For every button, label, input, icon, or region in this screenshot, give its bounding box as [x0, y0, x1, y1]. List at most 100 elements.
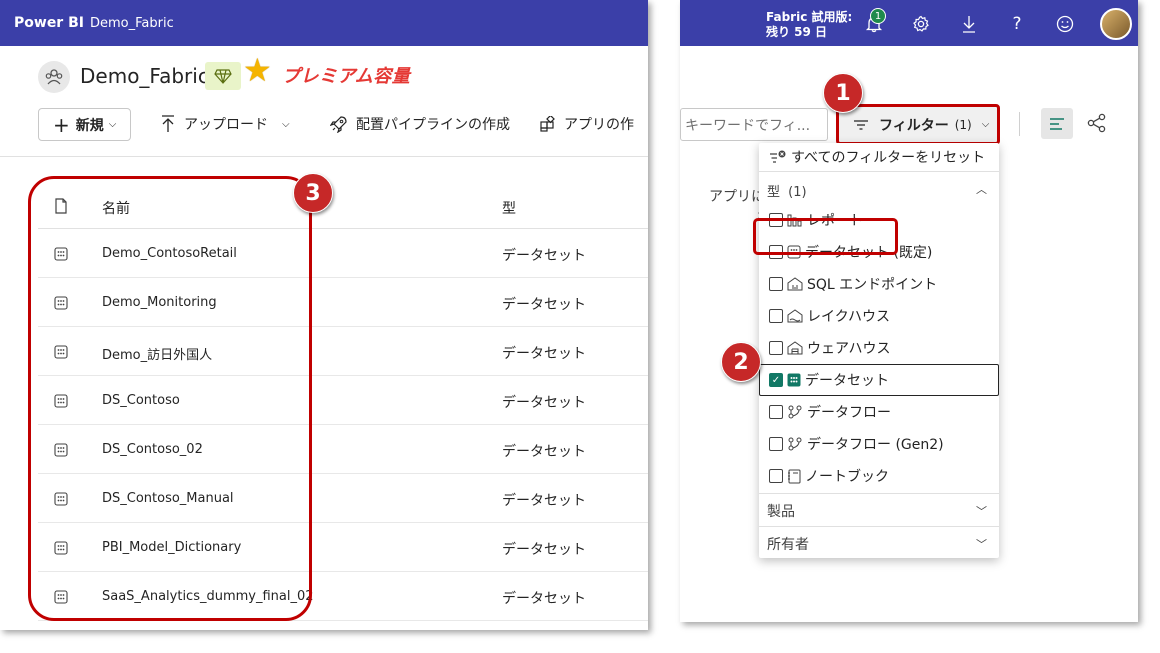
- filter-option[interactable]: データフロー: [769, 400, 891, 424]
- column-header-name[interactable]: 名前: [102, 198, 130, 218]
- item-type: データセット: [502, 248, 586, 264]
- checkbox[interactable]: [769, 277, 783, 291]
- file-type-icon: [54, 198, 68, 218]
- filter-option-label: レポート: [807, 213, 863, 229]
- callout-number-2: 2: [721, 342, 761, 382]
- list-view-icon: [1050, 117, 1064, 130]
- item-type: データセット: [502, 395, 586, 411]
- filter-option-label: ウェアハウス: [807, 341, 891, 357]
- dropdown-divider: [759, 171, 999, 172]
- gear-icon[interactable]: [911, 14, 931, 34]
- trial-line-1: Fabric 試用版:: [766, 10, 853, 24]
- table-row[interactable]: Demo_訪日外国人 データセット: [38, 327, 648, 376]
- filter-button-label: フィルター: [879, 117, 949, 134]
- filter-option[interactable]: ✓ データセット: [769, 368, 889, 392]
- table-row[interactable]: SaaS_Analytics_dummy_final_02 データセット: [38, 572, 648, 621]
- dataset-icon: [787, 245, 801, 259]
- toolbar-divider: [0, 156, 648, 157]
- filter-count: (1): [954, 117, 972, 132]
- filter-option-label: データセット (既定): [805, 245, 933, 261]
- item-type: データセット: [502, 297, 586, 313]
- toolbar-separator: [1019, 112, 1020, 136]
- warehouse-icon: [787, 341, 803, 355]
- create-pipeline-button[interactable]: 配置パイプラインの作成: [330, 114, 510, 134]
- upload-button[interactable]: アップロード ⌵: [160, 114, 290, 134]
- filter-option-label: データセット: [805, 373, 889, 389]
- checkbox[interactable]: [769, 245, 783, 259]
- lineage-view-button[interactable]: [1087, 113, 1107, 137]
- premium-diamond-icon: [205, 62, 241, 90]
- user-avatar[interactable]: [1100, 8, 1132, 40]
- dataset-icon: [54, 442, 68, 461]
- keyword-filter-input[interactable]: キーワードでフィ...: [680, 108, 828, 141]
- item-name[interactable]: DS_Contoso_Manual: [102, 491, 234, 506]
- item-name[interactable]: SaaS_Analytics_dummy_final_02: [102, 589, 314, 604]
- dataset-icon: [54, 295, 68, 314]
- item-name[interactable]: PBI_Model_Dictionary: [102, 540, 241, 555]
- upload-icon: [162, 115, 174, 132]
- item-type: データセット: [502, 493, 586, 509]
- reset-filters-button[interactable]: すべてのフィルターをリセット: [769, 147, 985, 167]
- filter-option[interactable]: SQL エンドポイント: [769, 272, 937, 296]
- filter-option[interactable]: レイクハウス: [769, 304, 890, 328]
- table-row[interactable]: PBI_Model_Dictionary データセット: [38, 523, 648, 572]
- callout-number-1: 1: [823, 73, 863, 113]
- dataflow-gen2-icon: [788, 437, 802, 451]
- filter-option[interactable]: ウェアハウス: [769, 336, 890, 360]
- smiley-feedback-icon[interactable]: [1055, 14, 1075, 34]
- filter-button[interactable]: フィルター (1) ⌵: [836, 104, 1000, 145]
- help-icon[interactable]: ?: [1007, 14, 1027, 34]
- table-row[interactable]: DS_Contoso_02 データセット: [38, 425, 648, 474]
- table-row[interactable]: Demo_ContosoRetail データセット: [38, 229, 648, 278]
- top-bar-right: Fabric 試用版: 残り 59 日 1 ?: [680, 0, 1138, 46]
- page-title: Demo_Fabric: [80, 64, 209, 88]
- chevron-up-icon[interactable]: ︿: [976, 181, 987, 197]
- product-section-header[interactable]: 製品: [767, 501, 795, 521]
- create-app-button[interactable]: アプリの作: [540, 114, 634, 134]
- chevron-down-icon[interactable]: ﹀: [976, 536, 987, 552]
- chevron-down-icon: ⌵: [282, 118, 290, 130]
- chevron-down-icon: ⌵: [108, 119, 117, 130]
- checkbox[interactable]: [769, 213, 783, 227]
- filter-option[interactable]: レポート: [769, 208, 863, 232]
- checkbox[interactable]: [769, 405, 783, 419]
- checkbox[interactable]: [769, 469, 783, 483]
- filter-option-label: データフロー: [807, 405, 891, 421]
- checkbox[interactable]: [769, 437, 783, 451]
- filter-option[interactable]: データフロー (Gen2): [769, 432, 944, 456]
- item-name[interactable]: DS_Contoso: [102, 393, 180, 408]
- dataset-icon: [54, 344, 68, 363]
- type-section-header[interactable]: 型 (1): [767, 181, 807, 200]
- column-header-type[interactable]: 型: [502, 198, 516, 218]
- table-row[interactable]: DS_Contoso_Manual データセット: [38, 474, 648, 523]
- filter-option[interactable]: データセット (既定): [769, 240, 932, 264]
- workspace-breadcrumb[interactable]: Demo_Fabric: [90, 16, 174, 31]
- owner-section-header[interactable]: 所有者: [767, 534, 809, 554]
- item-name[interactable]: Demo_訪日外国人: [102, 344, 212, 363]
- filter-option[interactable]: ノートブック: [769, 464, 889, 488]
- new-button[interactable]: + 新規 ⌵: [38, 108, 131, 141]
- report-icon: [787, 214, 802, 227]
- chevron-down-icon[interactable]: ﹀: [976, 503, 987, 519]
- table-row[interactable]: DS_Contoso データセット: [38, 376, 648, 425]
- item-type: データセット: [502, 346, 586, 362]
- item-name[interactable]: Demo_Monitoring: [102, 295, 217, 310]
- create-app-label: アプリの作: [564, 117, 634, 133]
- app-icon: [540, 116, 555, 132]
- item-name[interactable]: DS_Contoso_02: [102, 442, 203, 457]
- checkbox-checked[interactable]: ✓: [769, 373, 783, 387]
- list-view-button[interactable]: [1041, 108, 1073, 139]
- callout-number-3: 3: [293, 173, 333, 213]
- table-row[interactable]: Demo_Monitoring データセット: [38, 278, 648, 327]
- brand-label[interactable]: Power BI: [14, 15, 84, 31]
- top-bar: Power BI Demo_Fabric: [0, 0, 648, 46]
- download-icon[interactable]: [959, 14, 979, 34]
- workspace-icon: [38, 61, 70, 93]
- item-name[interactable]: Demo_ContosoRetail: [102, 246, 237, 261]
- checkbox[interactable]: [769, 309, 783, 323]
- checkbox[interactable]: [769, 341, 783, 355]
- item-type: データセット: [502, 591, 586, 607]
- type-section-count: (1): [788, 185, 807, 200]
- trial-status[interactable]: Fabric 試用版: 残り 59 日: [766, 10, 852, 40]
- item-type: データセット: [502, 444, 586, 460]
